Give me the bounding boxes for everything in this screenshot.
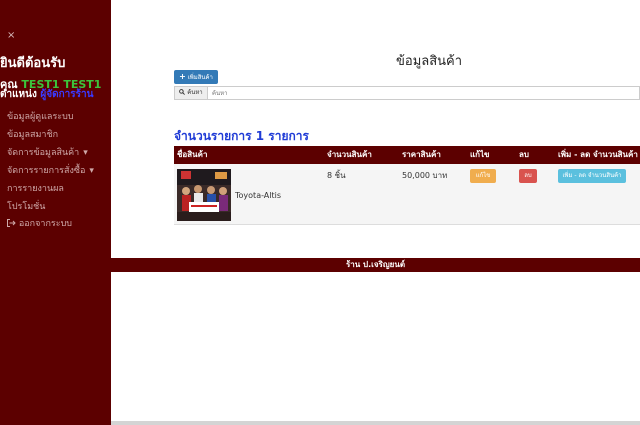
role-prefix: ตำแหน่ง bbox=[0, 89, 37, 100]
menu-admin[interactable]: ข้อมูลผู้ดูแลระบบ bbox=[7, 109, 74, 123]
role-line: ตำแหน่ง ผู้จัดการร้าน bbox=[0, 87, 93, 102]
adjust-quantity-button[interactable]: เพิ่ม - ลด จำนวนสินค้า bbox=[558, 169, 626, 183]
product-price: 50,000 บาท bbox=[402, 171, 448, 180]
search-button[interactable]: ค้นหา bbox=[175, 87, 208, 99]
menu-manage-orders[interactable]: จัดการรายการสั่งซื้อ ▾ bbox=[7, 163, 94, 177]
footer: ร้าน ป.เจริญยนต์ bbox=[111, 258, 640, 272]
menu-admin-label: ข้อมูลผู้ดูแลระบบ bbox=[7, 112, 74, 122]
menu-members-label: ข้อมูลสมาชิก bbox=[7, 130, 59, 140]
close-sidebar-icon[interactable]: × bbox=[7, 30, 15, 41]
welcome-heading: ยินดีต้อนรับ bbox=[0, 56, 66, 71]
search-input[interactable] bbox=[212, 87, 512, 99]
menu-reports-label: การรายงานผล bbox=[7, 184, 64, 194]
horizontal-scrollbar[interactable] bbox=[111, 421, 640, 425]
menu-manage-products-label: จัดการข้อมูลสินค้า bbox=[7, 148, 80, 158]
menu-promotions[interactable]: โปรโมชั่น bbox=[7, 199, 45, 213]
chevron-down-icon: ▾ bbox=[83, 148, 88, 158]
product-name: Toyota-Altis bbox=[235, 191, 282, 200]
menu-members[interactable]: ข้อมูลสมาชิก bbox=[7, 127, 58, 141]
product-quantity: 8 ชิ้น bbox=[327, 171, 346, 180]
footer-shop-name: ร้าน ป.เจริญยนต์ bbox=[345, 260, 406, 269]
sidebar: × ยินดีต้อนรับ คุณ TEST1 TEST1 ตำแหน่ง ผ… bbox=[0, 0, 111, 425]
chevron-down-icon: ▾ bbox=[89, 166, 94, 176]
header-name: ชื่อสินค้า bbox=[177, 150, 208, 159]
plus-icon: + bbox=[179, 72, 186, 81]
delete-button[interactable]: ลบ bbox=[519, 169, 537, 183]
header-price: ราคาสินค้า bbox=[402, 150, 441, 159]
logout-icon bbox=[7, 219, 16, 227]
menu-reports[interactable]: การรายงานผล bbox=[7, 181, 64, 195]
header-edit: แก้ไข bbox=[470, 150, 490, 159]
header-delete: ลบ bbox=[519, 150, 529, 159]
menu-logout[interactable]: ออกจากระบบ bbox=[7, 216, 72, 230]
table-header: ชื่อสินค้า จำนวนสินค้า ราคาสินค้า แก้ไข … bbox=[174, 146, 640, 164]
menu-logout-label: ออกจากระบบ bbox=[18, 219, 73, 229]
header-adjust: เพิ่ม - ลด จำนวนสินค้า bbox=[558, 150, 638, 159]
search-button-label: ค้นหา bbox=[187, 89, 203, 96]
menu-manage-orders-label: จัดการรายการสั่งซื้อ bbox=[7, 166, 86, 176]
product-image bbox=[177, 169, 231, 221]
add-product-label: เพิ่มสินค้า bbox=[187, 74, 213, 81]
search-bar: ค้นหา bbox=[174, 86, 640, 100]
table-row: Toyota-Altis 8 ชิ้น 50,000 บาท แก้ไข ลบ … bbox=[174, 164, 640, 225]
item-count: จำนวนรายการ 1 รายการ bbox=[174, 129, 309, 143]
add-product-button[interactable]: + เพิ่มสินค้า bbox=[174, 70, 218, 84]
role-value: ผู้จัดการร้าน bbox=[40, 89, 94, 100]
page-title: ข้อมูลสินค้า bbox=[396, 54, 463, 69]
menu-manage-products[interactable]: จัดการข้อมูลสินค้า ▾ bbox=[7, 145, 88, 159]
menu-promotions-label: โปรโมชั่น bbox=[7, 202, 46, 212]
header-quantity: จำนวนสินค้า bbox=[327, 150, 372, 159]
search-icon bbox=[179, 89, 186, 95]
edit-button[interactable]: แก้ไข bbox=[470, 169, 496, 183]
